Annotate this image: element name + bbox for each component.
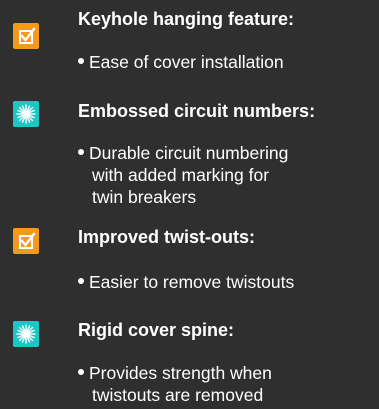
feature-title: Keyhole hanging feature:	[78, 9, 295, 29]
description-line: twin breakers	[92, 187, 197, 207]
description-line: with added marking for	[92, 165, 270, 185]
feature-title: Improved twist-outs:	[78, 227, 256, 247]
checkbox-icon	[13, 228, 39, 254]
description-line: Ease of cover installation	[89, 52, 284, 72]
feature-title: Rigid cover spine:	[78, 320, 235, 340]
starburst-icon	[13, 101, 39, 127]
starburst-icon	[13, 321, 39, 347]
bullet-dot	[78, 58, 84, 65]
feature-description: Durable circuit numbering with added mar…	[78, 142, 374, 208]
bullet-dot	[78, 369, 84, 376]
bullet-dot	[78, 278, 84, 285]
description-line: Easier to remove twistouts	[89, 272, 295, 292]
feature-description: Provides strength when twistouts are rem…	[78, 362, 374, 406]
description-line: Provides strength when	[89, 363, 272, 383]
feature-description: Ease of cover installation	[78, 51, 374, 73]
checkbox-icon	[13, 23, 39, 49]
feature-description: Easier to remove twistouts	[78, 271, 374, 293]
feature-title: Embossed circuit numbers:	[78, 101, 316, 121]
description-line: Durable circuit numbering	[89, 143, 289, 163]
bullet-dot	[78, 149, 84, 156]
description-line: twistouts are removed	[92, 385, 264, 405]
